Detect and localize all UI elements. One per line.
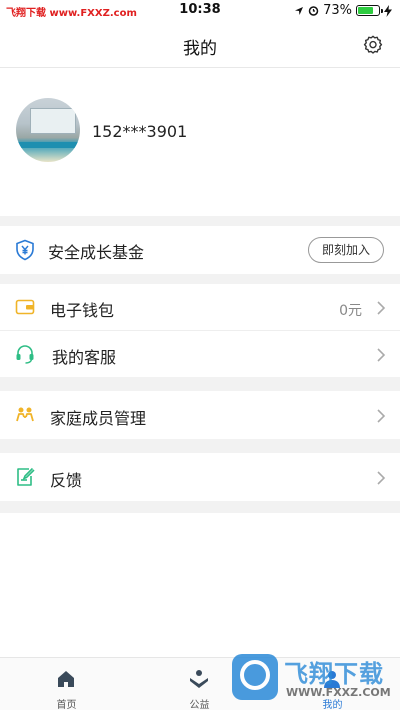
family-icon (16, 407, 34, 422)
wallet-balance: 0元 (339, 303, 362, 319)
fund-label: 安全成长基金 (48, 243, 145, 262)
gear-icon[interactable] (362, 34, 384, 56)
tab-label: 首页 (56, 700, 77, 710)
wallet-icon (15, 299, 35, 315)
section-divider (0, 377, 400, 391)
page-title: 我的 (183, 39, 217, 59)
watermark-url: WWW.FXXZ.COM (286, 686, 391, 699)
location-arrow-icon (295, 6, 304, 15)
watermark-brand: 飞翔下载 (284, 660, 384, 688)
chevron-right-icon (377, 348, 386, 362)
section-divider (0, 216, 400, 226)
menu-item-wallet[interactable]: 电子钱包 0元 (0, 284, 400, 330)
section-divider (0, 274, 400, 284)
status-bar: 飞翔下载 www.FXXZ.com 10:38 73% (0, 0, 400, 22)
user-phone: 152***3901 (92, 122, 188, 141)
menu-item-label: 反馈 (50, 471, 83, 490)
menu-item-family[interactable]: 家庭成员管理 (0, 391, 400, 439)
feedback-icon (17, 467, 35, 486)
menu-item-service[interactable]: 我的客服 (0, 331, 400, 377)
avatar[interactable] (16, 98, 80, 162)
menu-item-label: 我的客服 (52, 348, 117, 367)
status-indicators: 73% (294, 3, 392, 18)
battery-percent: 73% (323, 3, 352, 18)
alarm-icon (308, 6, 319, 16)
menu-item-label: 电子钱包 (50, 301, 115, 320)
charity-icon (190, 670, 208, 688)
charging-bolt-icon (384, 4, 392, 17)
profile-header[interactable]: 152***3901 (0, 68, 400, 216)
nav-bar: 我的 (0, 22, 400, 68)
shield-yen-icon (16, 239, 34, 261)
home-icon (58, 671, 74, 687)
chevron-right-icon (377, 409, 386, 423)
section-divider (0, 501, 400, 513)
section-divider (0, 439, 400, 453)
site-watermark: 飞翔下载 WWW.FXXZ.COM (232, 648, 400, 710)
menu-item-label: 家庭成员管理 (50, 409, 147, 428)
headset-icon (16, 345, 34, 364)
chevron-right-icon (377, 471, 386, 485)
menu-item-feedback[interactable]: 反馈 (0, 453, 400, 501)
chevron-right-icon (377, 301, 386, 315)
fund-row[interactable]: 安全成长基金 即刻加入 (0, 226, 400, 274)
join-now-button[interactable]: 即刻加入 (308, 237, 384, 263)
watermark-logo-icon (232, 654, 278, 700)
battery-icon (356, 5, 383, 16)
tab-home[interactable]: 首页 (0, 658, 133, 710)
